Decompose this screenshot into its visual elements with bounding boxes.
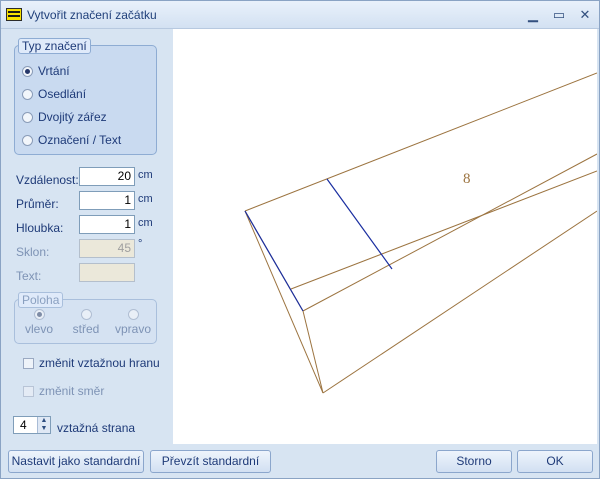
position-center: střed: [66, 309, 106, 336]
window-title: Vytvořit značení začátku: [27, 8, 157, 22]
radio-osedlani[interactable]: Osedlání: [22, 86, 86, 102]
position-left: vlevo: [19, 309, 59, 336]
marking-type-legend: Typ značení: [18, 38, 91, 54]
depth-input[interactable]: 1: [79, 215, 135, 234]
app-icon: [6, 8, 22, 21]
radio-label: Označení / Text: [38, 133, 122, 147]
position-right: vpravo: [113, 309, 153, 336]
reference-side-label: vztažná strana: [57, 421, 136, 435]
position-legend: Poloha: [18, 292, 64, 308]
distance-unit: cm: [138, 169, 153, 181]
chevron-up-icon[interactable]: ▲: [38, 417, 50, 425]
change-direction-checkbox: změnit směr: [23, 384, 104, 398]
dialog-window: Vytvořit značení začátku ▁ ▭ ✕ Typ znače…: [0, 0, 600, 479]
start-marking-line: [244, 210, 304, 312]
radio-label: vpravo: [114, 322, 152, 336]
radio-button: [33, 309, 45, 320]
set-default-button[interactable]: Nastavit jako standardní: [8, 450, 144, 473]
position-group: Poloha vlevo střed vpravo: [14, 292, 157, 344]
slope-label: Sklon:: [16, 245, 50, 259]
radio-button[interactable]: [22, 65, 33, 77]
radio-label: Vrtání: [38, 64, 70, 78]
close-icon[interactable]: ✕: [575, 6, 595, 24]
radio-button[interactable]: [22, 111, 33, 123]
checkbox-box: [23, 385, 34, 397]
reference-side-stepper[interactable]: 4 ▲ ▼: [13, 416, 51, 434]
stepper-buttons[interactable]: ▲ ▼: [37, 417, 50, 433]
beam-edge-inner: [290, 170, 598, 290]
maximize-icon[interactable]: ▭: [549, 6, 569, 24]
radio-label: střed: [72, 322, 100, 336]
radio-oznaceni-text[interactable]: Označení / Text: [22, 132, 121, 148]
load-default-button[interactable]: Převzít standardní: [150, 450, 271, 473]
minimize-icon[interactable]: ▁: [523, 6, 543, 24]
distance-marking-line: [326, 178, 393, 270]
settings-panel: Typ značení Vrtání Osedlání Dvojitý záře…: [1, 29, 173, 445]
text-label: Text:: [16, 269, 42, 283]
radio-label: Osedlání: [38, 87, 87, 101]
diameter-input[interactable]: 1: [79, 191, 135, 210]
radio-button[interactable]: [22, 134, 33, 146]
radio-vrtani[interactable]: Vrtání: [22, 63, 70, 79]
change-reference-edge-checkbox[interactable]: změnit vztažnou hranu: [23, 356, 160, 370]
button-bar: Nastavit jako standardní Převzít standar…: [1, 445, 599, 478]
checkbox-label: změnit směr: [39, 384, 105, 398]
beam-edge-bottom: [322, 210, 598, 394]
distance-input[interactable]: 20: [79, 167, 135, 186]
ok-button[interactable]: OK: [517, 450, 593, 473]
depth-unit: cm: [138, 217, 153, 229]
checkbox-label: změnit vztažnou hranu: [39, 356, 160, 370]
beam-drawing: 8: [244, 72, 598, 394]
beam-edge-top: [244, 72, 598, 212]
stepper-value: 4: [20, 418, 27, 432]
text-input: [79, 263, 135, 282]
marking-lines: [244, 178, 393, 312]
diameter-label: Průměr:: [16, 197, 59, 211]
beam-edge-front-short: [302, 310, 324, 394]
beam-edge-front-vertical: [244, 210, 324, 394]
3d-viewport[interactable]: 8: [173, 29, 598, 444]
diameter-unit: cm: [138, 193, 153, 205]
beam-edges: [244, 72, 598, 394]
title-bar: Vytvořit značení začátku ▁ ▭ ✕: [1, 1, 599, 29]
beam-edge-top-front: [302, 153, 598, 312]
cancel-button[interactable]: Storno: [436, 450, 512, 473]
radio-button[interactable]: [22, 88, 33, 100]
depth-label: Hloubka:: [16, 221, 64, 235]
radio-dvojity-zarez[interactable]: Dvojitý zářez: [22, 109, 107, 125]
marking-type-group: Typ značení Vrtání Osedlání Dvojitý záře…: [14, 38, 157, 155]
chevron-down-icon[interactable]: ▼: [38, 425, 50, 433]
radio-label: Dvojitý zářez: [38, 110, 107, 124]
radio-button: [127, 309, 139, 320]
radio-label: vlevo: [24, 322, 53, 336]
checkbox-box[interactable]: [23, 357, 34, 369]
viewport-marker: 8: [463, 171, 471, 187]
slope-input: 45: [79, 239, 135, 258]
distance-label: Vzdálenost:: [16, 173, 79, 187]
slope-unit: °: [138, 238, 143, 250]
radio-button: [80, 309, 92, 320]
